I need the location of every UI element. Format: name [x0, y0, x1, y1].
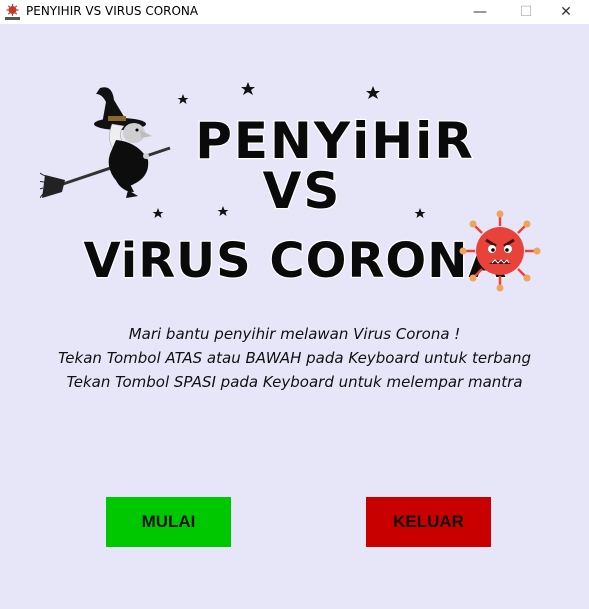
instruction-line-2: Tekan Tombol ATAS atau BAWAH pada Keyboa… — [58, 349, 531, 367]
logo-line-2: VS — [263, 162, 342, 220]
exit-button[interactable]: KELUAR — [366, 497, 491, 547]
virus-icon — [459, 210, 541, 292]
witch-icon — [40, 87, 171, 199]
app-virus-icon — [5, 4, 20, 20]
instructions: Mari bantu penyihir melawan Virus Corona… — [0, 322, 589, 394]
start-button[interactable]: MULAI — [106, 497, 231, 547]
title-bar: PENYIHIR VS VIRUS CORONA — ☐ ✕ — [0, 0, 589, 24]
window-title: PENYIHIR VS VIRUS CORONA — [26, 4, 199, 18]
instruction-line-1: Mari bantu penyihir melawan Virus Corona… — [128, 325, 461, 343]
close-button[interactable]: ✕ — [543, 0, 589, 24]
logo-line-3: ViRUS CORONA — [83, 233, 506, 289]
game-logo: PENYiHiR VS ViRUS CORONA — [40, 82, 541, 292]
instruction-line-3: Tekan Tombol SPASI pada Keyboard untuk m… — [66, 373, 523, 391]
minimize-button[interactable]: — — [457, 0, 503, 24]
